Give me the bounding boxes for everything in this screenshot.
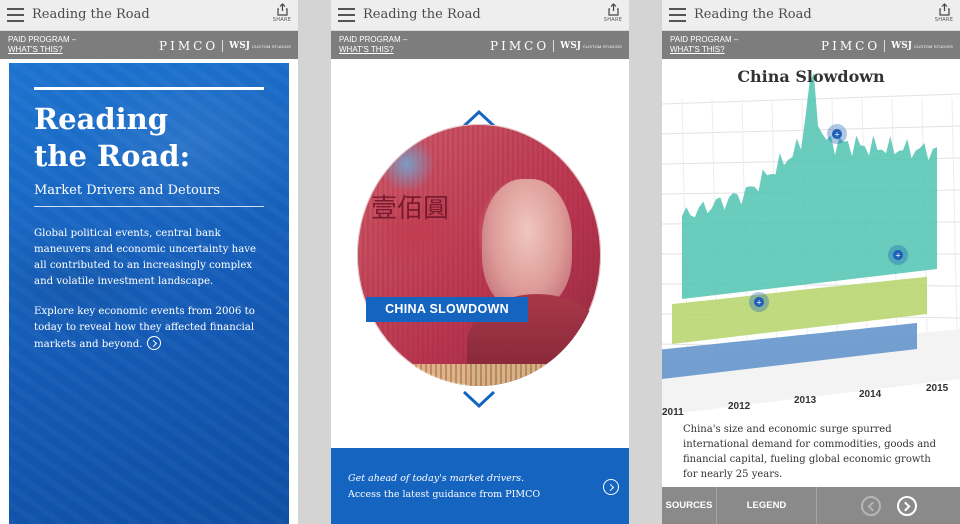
banknote-glyph: 壹佰圓 (371, 194, 450, 224)
x-tick-label: 2013 (794, 395, 817, 406)
intro-paragraph: Explore key economic events from 2006 to… (34, 304, 270, 353)
sources-button[interactable]: SOURCES (662, 487, 717, 524)
chart-caption: China's size and economic surge spurred … (683, 424, 937, 480)
share-button[interactable]: SHARE (933, 3, 955, 23)
divider (34, 206, 264, 207)
sponsor-logo: PIMCO WSJ CUSTOM STUDIOS (159, 39, 291, 53)
pimco-logo: PIMCO (490, 39, 550, 53)
share-label: SHARE (603, 17, 623, 23)
chart-marker-plus: + (834, 131, 840, 139)
chart-nav (817, 487, 960, 524)
hero-subtitle: Market Drivers and Detours (34, 183, 221, 198)
topic-label-china-slowdown[interactable]: CHINA SLOWDOWN (366, 297, 528, 322)
share-icon (276, 3, 288, 16)
cta-subtext: Access the latest guidance from PIMCO (348, 489, 541, 500)
intro-paragraph: Global political events, central bank ma… (34, 228, 257, 287)
whats-this-link[interactable]: WHAT'S THIS? (339, 45, 407, 55)
sponsor-bar: PAID PROGRAM – WHAT'S THIS? PIMCO WSJ CU… (662, 31, 960, 59)
paid-program-label: PAID PROGRAM – (670, 35, 739, 44)
previous-icon[interactable] (860, 495, 881, 516)
paid-program-label: PAID PROGRAM – (339, 35, 408, 44)
arrow-right-icon[interactable] (603, 479, 619, 495)
menu-icon[interactable] (669, 8, 686, 22)
x-tick-label: 2015 (926, 383, 949, 394)
top-bar: Reading the Road SHARE (662, 0, 960, 31)
hero-title-line1: Reading (34, 102, 168, 136)
wsj-logo: WSJ (560, 41, 582, 51)
share-label: SHARE (934, 17, 954, 23)
pimco-logo: PIMCO (159, 39, 219, 53)
legend-button[interactable]: LEGEND (717, 487, 817, 524)
paid-program-label: PAID PROGRAM – (8, 35, 77, 44)
intro-screen: Reading the Road SHARE PAID PROGRAM – WH… (0, 0, 298, 524)
menu-icon[interactable] (7, 8, 24, 22)
pimco-logo: PIMCO (821, 39, 881, 53)
arrow-right-icon[interactable] (146, 336, 161, 350)
wsj-logo: WSJ (891, 41, 913, 51)
wsj-logo: WSJ (229, 41, 251, 51)
cta-headline: Get ahead of today's market drivers. (348, 473, 525, 484)
sponsor-bar: PAID PROGRAM – WHAT'S THIS? PIMCO WSJ CU… (331, 31, 629, 59)
x-tick-label: 2011 (662, 407, 684, 415)
banknote-border (357, 364, 601, 386)
share-label: SHARE (272, 17, 292, 23)
next-icon[interactable] (896, 495, 917, 516)
chevron-down-icon[interactable] (461, 389, 497, 411)
chart-marker-plus: + (756, 299, 762, 307)
top-bar: Reading the Road SHARE (0, 0, 298, 31)
whats-this-link[interactable]: WHAT'S THIS? (8, 45, 76, 55)
app-title: Reading the Road (694, 7, 812, 22)
carousel-screen: Reading the Road SHARE PAID PROGRAM – WH… (331, 0, 629, 524)
chart-area: + + +2011 2012 2013 2014 2015 China Slowdown (662, 59, 960, 415)
chart-toolbar: SOURCES LEGEND (662, 487, 960, 524)
yuan-banknote-image[interactable]: 壹佰圓 (357, 124, 601, 386)
whats-this-link[interactable]: WHAT'S THIS? (670, 45, 738, 55)
chart-screen: Reading the Road SHARE PAID PROGRAM – WH… (662, 0, 960, 524)
chart-title: China Slowdown (737, 67, 885, 86)
divider (34, 87, 264, 90)
x-tick-label: 2012 (728, 401, 751, 412)
chart-series-area (682, 73, 937, 299)
hero-title-line2: the Road: (34, 139, 191, 173)
hero-title: Reading the Road: (34, 101, 274, 175)
topic-carousel: 壹佰圓 CHINA SLOWDOWN (331, 59, 629, 449)
guidance-cta[interactable]: Get ahead of today's market drivers. Acc… (331, 448, 629, 524)
app-title: Reading the Road (363, 7, 481, 22)
wsj-custom-studios: CUSTOM STUDIOS (583, 43, 622, 49)
wsj-custom-studios: CUSTOM STUDIOS (252, 43, 291, 49)
intro-hero: Reading the Road: Market Drivers and Det… (9, 63, 289, 524)
sponsor-bar: PAID PROGRAM – WHAT'S THIS? PIMCO WSJ CU… (0, 31, 298, 59)
area-chart: + + +2011 2012 2013 2014 2015 (662, 73, 960, 415)
share-icon (607, 3, 619, 16)
explore-text: Explore key economic events from 2006 to… (34, 306, 255, 350)
chart-marker-plus: + (895, 252, 901, 260)
share-icon (938, 3, 950, 16)
share-button[interactable]: SHARE (602, 3, 624, 23)
share-button[interactable]: SHARE (271, 3, 293, 23)
top-bar: Reading the Road SHARE (331, 0, 629, 31)
x-tick-label: 2014 (859, 389, 882, 400)
sponsor-logo: PIMCO WSJ CUSTOM STUDIOS (490, 39, 622, 53)
menu-icon[interactable] (338, 8, 355, 22)
app-title: Reading the Road (32, 7, 150, 22)
wsj-custom-studios: CUSTOM STUDIOS (914, 43, 953, 49)
portrait (482, 179, 572, 309)
sponsor-logo: PIMCO WSJ CUSTOM STUDIOS (821, 39, 953, 53)
